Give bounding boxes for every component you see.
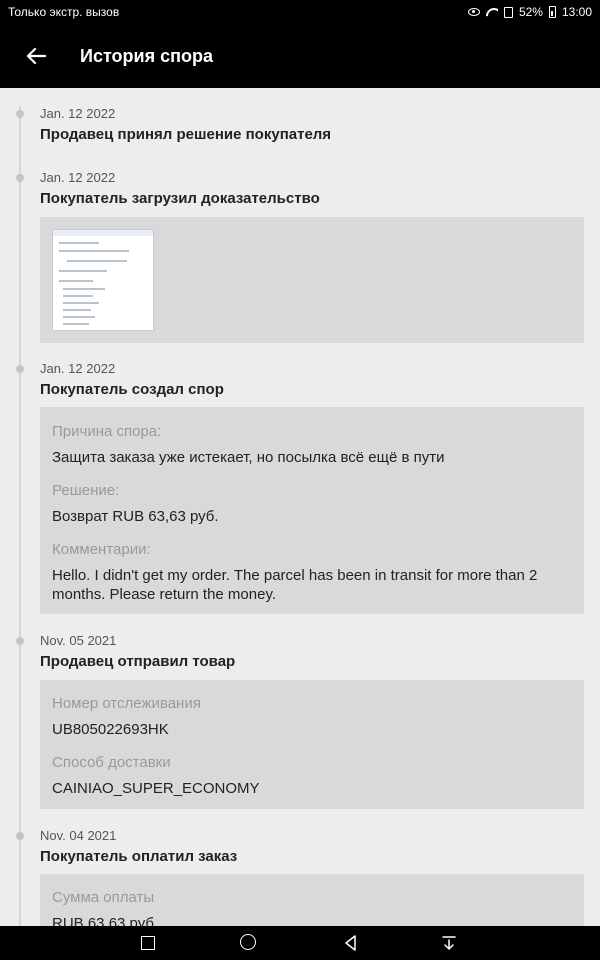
circle-icon[interactable] (240, 934, 256, 950)
solution-label: Решение: (52, 482, 120, 499)
event-date: Jan. 12 2022 (40, 361, 116, 376)
delivery-method-label: Способ доставки (52, 754, 171, 771)
eye-icon (467, 8, 480, 16)
event-title: Покупатель загрузил доказательство (40, 190, 320, 207)
status-bar: Только экстр. вызов 52% 13:00 (0, 0, 600, 24)
comments-value: Hello. I didn't get my order. The parcel… (52, 567, 538, 603)
battery-percent: 52% (518, 5, 543, 19)
payment-amount-value: RUB 63,63 руб. (52, 915, 159, 926)
timeline-dot (16, 174, 24, 182)
event-title: Покупатель создал спор (40, 381, 224, 398)
event-title: Продавец отправил товар (40, 653, 236, 670)
page-title: История спора (80, 46, 213, 66)
battery-icon (548, 6, 556, 18)
event-date: Nov. 04 2021 (40, 828, 117, 843)
payment-details-card: Сумма оплаты RUB 63,63 руб. (40, 874, 584, 926)
reason-value: Защита заказа уже истекает, но посылка в… (52, 449, 445, 466)
timeline-event: Jan. 12 2022 Продавец принял решение пок… (0, 106, 600, 146)
timeline-dot (16, 365, 24, 373)
evidence-card (40, 217, 584, 343)
sim-icon (503, 6, 513, 18)
triangle-back-icon[interactable] (342, 934, 360, 952)
back-button[interactable] (18, 40, 54, 72)
arrow-left-icon (26, 47, 46, 65)
timeline-event: Jan. 12 2022 Покупатель загрузил доказат… (0, 170, 600, 345)
timeline-dot (16, 110, 24, 118)
reason-label: Причина спора: (52, 423, 162, 440)
dispute-history-list[interactable]: Jan. 12 2022 Продавец принял решение пок… (0, 88, 600, 926)
event-date: Jan. 12 2022 (40, 170, 116, 185)
shipping-details-card: Номер отслеживания UB805022693HK Способ … (40, 680, 584, 809)
payment-amount-label: Сумма оплаты (52, 889, 155, 906)
tracking-number-label: Номер отслеживания (52, 695, 201, 712)
dispute-details-card: Причина спора: Защита заказа уже истекае… (40, 407, 584, 614)
delivery-method-value: CAINIAO_SUPER_ECONOMY (52, 780, 260, 797)
evidence-thumbnail[interactable] (52, 229, 154, 331)
solution-value: Возврат RUB 63,63 руб. (52, 508, 219, 525)
timeline-event: Nov. 04 2021 Покупатель оплатил заказ Су… (0, 828, 600, 926)
timeline-event: Nov. 05 2021 Продавец отправил товар Ном… (0, 633, 600, 813)
timeline-dot (16, 637, 24, 645)
status-icons: 52% 13:00 (467, 5, 592, 19)
carrier-text: Только экстр. вызов (8, 5, 120, 19)
square-icon[interactable] (141, 936, 155, 950)
tracking-number-value: UB805022693HK (52, 721, 169, 738)
event-date: Nov. 05 2021 (40, 633, 117, 648)
event-title: Продавец принял решение покупателя (40, 126, 332, 143)
event-title: Покупатель оплатил заказ (40, 848, 238, 865)
timeline-dot (16, 832, 24, 840)
app-bar: История спора (0, 24, 600, 88)
event-date: Jan. 12 2022 (40, 106, 116, 121)
system-nav-bar (0, 926, 600, 960)
timeline-event: Jan. 12 2022 Покупатель создал спор Прич… (0, 361, 600, 616)
pull-down-icon[interactable] (440, 934, 458, 952)
clock: 13:00 (561, 5, 592, 19)
comments-label: Комментарии: (52, 541, 151, 558)
wifi-icon (486, 8, 498, 17)
